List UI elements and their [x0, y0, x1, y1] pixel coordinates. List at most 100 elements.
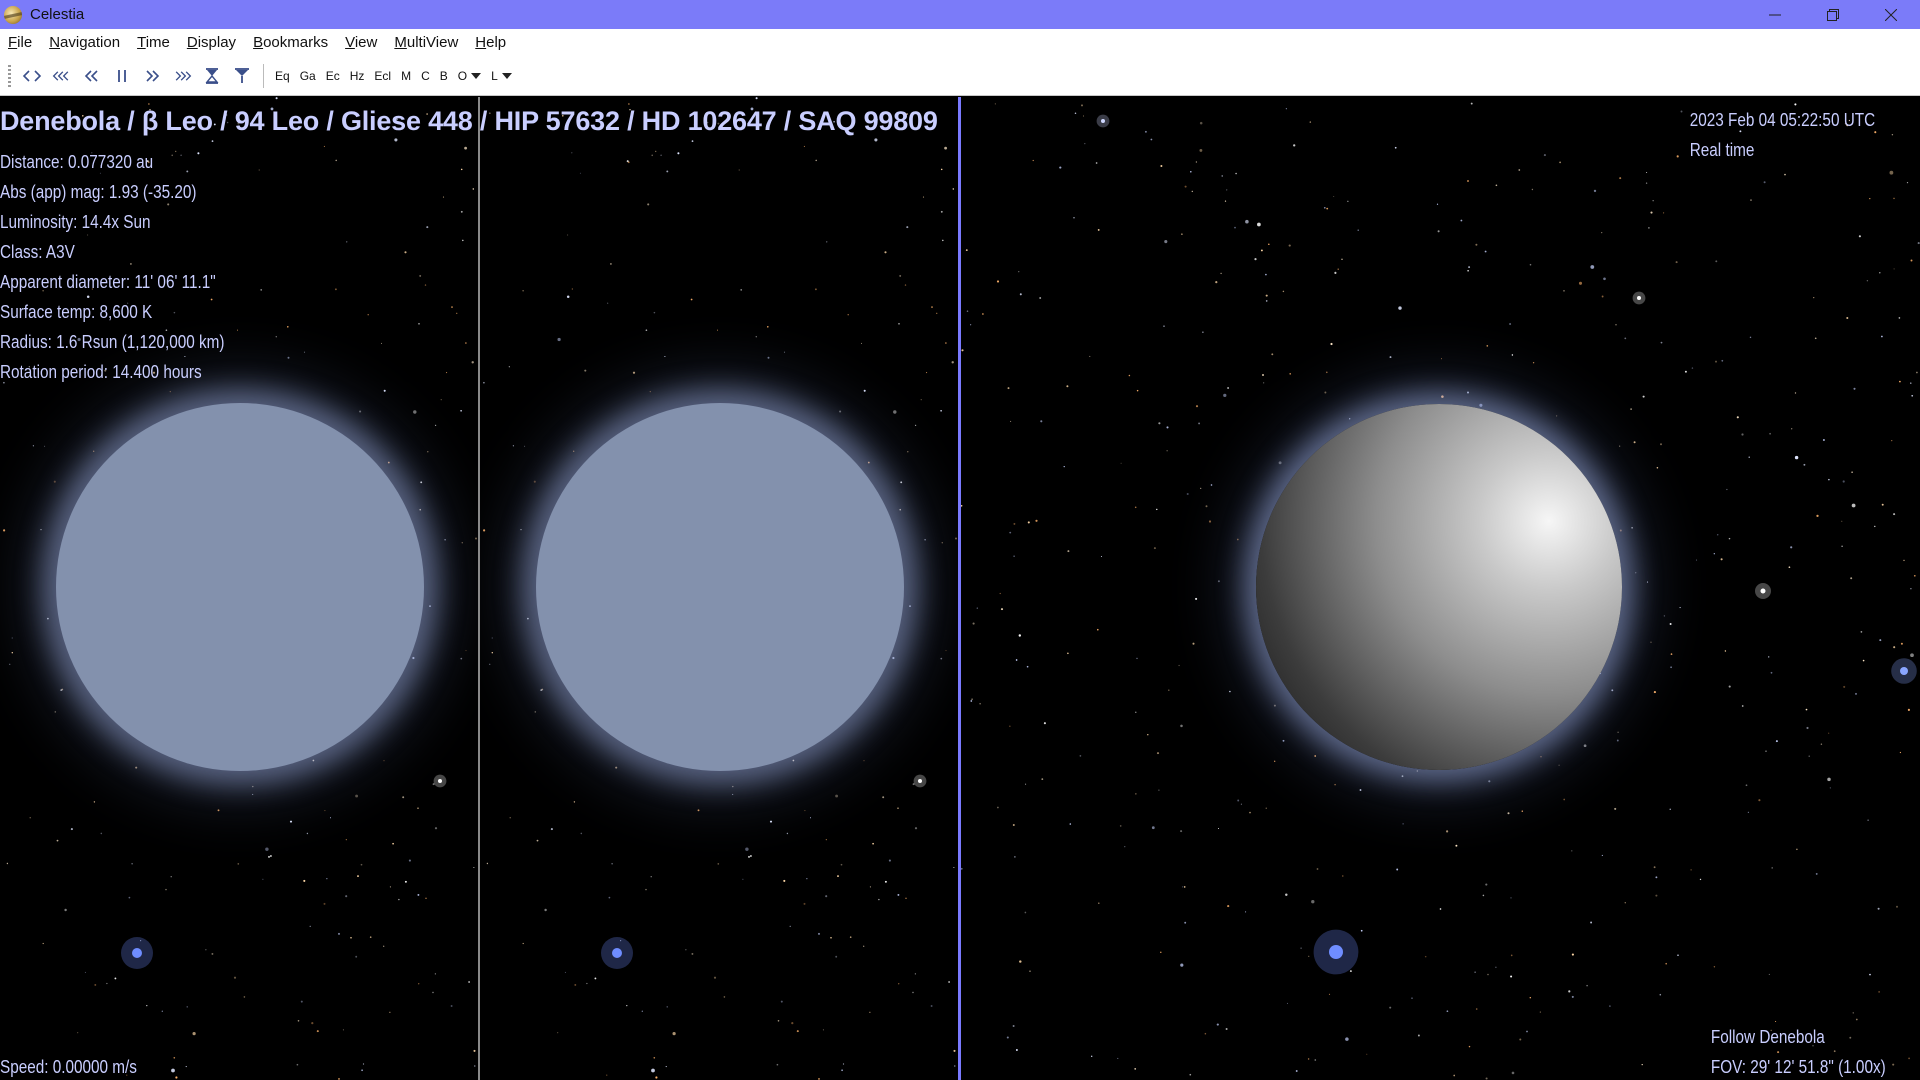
background-star — [11, 637, 13, 639]
background-star — [1910, 587, 1912, 590]
slower-reverse-button[interactable] — [77, 62, 107, 90]
orbits-dropdown[interactable]: O — [453, 62, 486, 90]
equatorial-grid-toggle[interactable]: Eq — [270, 62, 295, 90]
info-apparent-diameter: Apparent diameter: 11' 06' 11.1" — [0, 272, 216, 292]
background-star — [1631, 527, 1633, 529]
background-star — [1334, 271, 1337, 274]
constellations-toggle[interactable]: C — [416, 62, 435, 90]
menu-multiview[interactable]: MultiView — [386, 34, 467, 51]
background-star — [135, 766, 138, 769]
background-star — [1091, 1055, 1093, 1057]
boundaries-toggle[interactable]: B — [435, 62, 453, 90]
background-star — [460, 410, 462, 412]
view-pane-3-active[interactable] — [961, 97, 1920, 1080]
restore-button[interactable] — [1804, 0, 1862, 29]
background-star — [100, 832, 103, 835]
background-star — [924, 539, 926, 541]
background-star — [1032, 159, 1034, 162]
background-star — [40, 528, 42, 531]
star-disc-denebola-lit[interactable] — [1256, 404, 1622, 770]
background-star — [1227, 905, 1230, 908]
menu-bookmarks[interactable]: Bookmarks — [245, 34, 337, 51]
background-star — [1614, 807, 1617, 810]
ecliptic-grid-toggle[interactable]: Ec — [321, 62, 345, 90]
background-star — [1439, 908, 1442, 910]
background-star — [1874, 525, 1876, 528]
reverse-time-button[interactable] — [17, 62, 47, 90]
menu-time[interactable]: Time — [129, 34, 179, 51]
time-filter-button[interactable] — [227, 62, 257, 90]
background-star — [1285, 893, 1288, 897]
close-button[interactable] — [1862, 0, 1920, 29]
slower-forward-button[interactable] — [137, 62, 167, 90]
menu-file[interactable]: File — [0, 34, 41, 51]
labels-dropdown[interactable]: L — [486, 62, 517, 90]
background-star — [1852, 1012, 1854, 1014]
background-star — [1898, 317, 1901, 319]
background-star — [211, 952, 214, 955]
background-star — [175, 1076, 178, 1079]
background-star — [489, 663, 491, 665]
background-star — [1641, 1063, 1643, 1066]
faster-reverse-button[interactable] — [47, 62, 77, 90]
horizon-grid-toggle[interactable]: Hz — [345, 62, 370, 90]
background-star — [869, 1011, 871, 1013]
background-star — [520, 528, 522, 531]
background-star — [269, 855, 272, 857]
pause-button[interactable] — [107, 62, 137, 90]
background-star — [1288, 244, 1291, 247]
background-star — [641, 1010, 643, 1012]
toolbar-grip[interactable] — [8, 64, 11, 87]
background-star — [1529, 263, 1532, 266]
background-star — [1521, 810, 1524, 812]
background-star — [878, 898, 880, 901]
background-star — [1095, 162, 1098, 164]
background-star — [1186, 492, 1189, 496]
star-disc-denebola[interactable] — [536, 403, 904, 771]
star-disc-denebola[interactable] — [56, 403, 424, 771]
view-pane-2[interactable] — [480, 97, 958, 1080]
background-star — [749, 855, 752, 857]
current-time-button[interactable] — [197, 62, 227, 90]
markers-toggle[interactable]: M — [396, 62, 416, 90]
background-star — [1728, 537, 1731, 540]
render-viewport[interactable]: Denebola / β Leo / 94 Leo / Gliese 448 /… — [0, 97, 1920, 1080]
background-star — [1820, 743, 1823, 745]
background-star — [1225, 1028, 1228, 1030]
background-star — [1680, 110, 1683, 113]
background-star — [297, 1019, 300, 1022]
background-star — [1128, 374, 1131, 377]
background-star — [1806, 726, 1809, 730]
background-star — [483, 529, 486, 532]
menu-display[interactable]: Display — [179, 34, 245, 51]
menu-navigation[interactable]: Navigation — [41, 34, 129, 51]
minimize-button[interactable] — [1746, 0, 1804, 29]
background-star — [233, 976, 237, 979]
background-star — [1648, 227, 1650, 229]
background-star — [465, 650, 467, 652]
background-star — [1084, 142, 1086, 145]
background-star — [716, 329, 719, 331]
background-star — [1192, 642, 1195, 645]
background-star — [1791, 428, 1793, 430]
background-star — [369, 936, 372, 938]
ecliptic-line-toggle[interactable]: Ecl — [369, 62, 396, 90]
background-star — [534, 711, 537, 713]
background-star — [1323, 206, 1326, 209]
background-star — [383, 389, 386, 392]
galactic-grid-toggle[interactable]: Ga — [295, 62, 321, 90]
faster-forward-button[interactable] — [167, 62, 197, 90]
window-title-bar[interactable]: Celestia — [0, 0, 1920, 29]
background-star — [1024, 911, 1027, 914]
background-star — [942, 239, 944, 242]
background-star — [1881, 503, 1884, 506]
background-star — [882, 796, 885, 799]
background-star — [571, 152, 573, 154]
menu-help[interactable]: Help — [467, 34, 515, 51]
background-star — [1571, 995, 1574, 998]
background-star — [1590, 265, 1595, 269]
background-star — [417, 893, 420, 896]
bright-star — [918, 779, 922, 783]
background-star — [1630, 408, 1632, 410]
menu-view[interactable]: View — [337, 34, 386, 51]
